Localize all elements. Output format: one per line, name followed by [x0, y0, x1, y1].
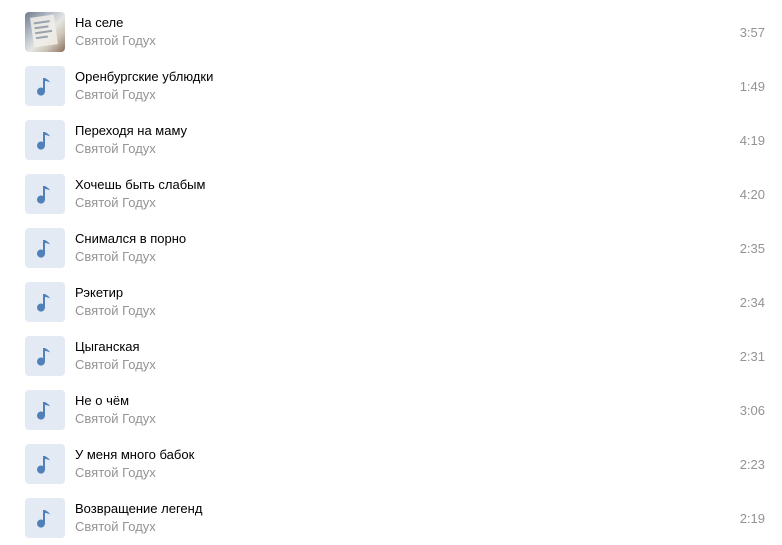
- track-title[interactable]: У меня много бабок: [75, 447, 194, 463]
- track-row[interactable]: На селе Святой Годух 3:57: [0, 0, 782, 54]
- album-cover[interactable]: [25, 228, 65, 268]
- music-note-icon: [37, 294, 50, 312]
- track-row[interactable]: Не о чём Святой Годух 3:06: [0, 378, 782, 432]
- track-title[interactable]: Цыганская: [75, 339, 140, 355]
- track-list: На селе Святой Годух 3:57 Оренбургские у…: [0, 0, 782, 545]
- track-row[interactable]: Переходя на маму Святой Годух 4:19: [0, 108, 782, 162]
- track-row[interactable]: Цыганская Святой Годух 2:31: [0, 324, 782, 378]
- track-title[interactable]: Возвращение легенд: [75, 501, 202, 517]
- music-note-icon: [37, 456, 50, 474]
- track-row[interactable]: Оренбургские ублюдки Святой Годух 1:49: [0, 54, 782, 108]
- photo-cover: [30, 14, 58, 48]
- track-row[interactable]: Хочешь быть слабым Святой Годух 4:20: [0, 162, 782, 216]
- track-artist[interactable]: Святой Годух: [75, 357, 156, 373]
- track-artist[interactable]: Святой Годух: [75, 141, 156, 157]
- music-note-icon: [37, 186, 50, 204]
- track-title[interactable]: Рэкетир: [75, 285, 123, 301]
- track-title[interactable]: На селе: [75, 15, 123, 31]
- track-row[interactable]: Возвращение легенд Святой Годух 2:19: [0, 486, 782, 540]
- track-artist[interactable]: Святой Годух: [75, 249, 156, 265]
- album-cover[interactable]: [25, 12, 65, 52]
- track-title[interactable]: Снимался в порно: [75, 231, 186, 247]
- music-note-icon: [37, 78, 50, 96]
- track-artist[interactable]: Святой Годух: [75, 33, 156, 49]
- track-duration: 2:35: [739, 241, 765, 256]
- music-note-icon: [37, 348, 50, 366]
- album-cover[interactable]: [25, 66, 65, 106]
- track-title[interactable]: Переходя на маму: [75, 123, 187, 139]
- music-note-icon: [37, 402, 50, 420]
- track-duration: 1:49: [739, 79, 765, 94]
- track-row[interactable]: Рэкетир Святой Годух 2:34: [0, 270, 782, 324]
- music-note-icon: [37, 240, 50, 258]
- track-artist[interactable]: Святой Годух: [75, 465, 156, 481]
- track-row[interactable]: Снимался в порно Святой Годух 2:35: [0, 216, 782, 270]
- track-duration: 3:06: [739, 403, 765, 418]
- track-duration: 4:20: [739, 187, 765, 202]
- track-title[interactable]: Не о чём: [75, 393, 129, 409]
- album-cover[interactable]: [25, 282, 65, 322]
- album-cover[interactable]: [25, 444, 65, 484]
- track-artist[interactable]: Святой Годух: [75, 411, 156, 427]
- track-row[interactable]: У меня много бабок Святой Годух 2:23: [0, 432, 782, 486]
- track-title[interactable]: Хочешь быть слабым: [75, 177, 205, 193]
- track-artist[interactable]: Святой Годух: [75, 519, 156, 535]
- album-cover[interactable]: [25, 336, 65, 376]
- track-artist[interactable]: Святой Годух: [75, 195, 156, 211]
- track-artist[interactable]: Святой Годух: [75, 303, 156, 319]
- album-cover[interactable]: [25, 390, 65, 430]
- music-note-icon: [37, 132, 50, 150]
- track-title[interactable]: Оренбургские ублюдки: [75, 69, 213, 85]
- album-cover[interactable]: [25, 498, 65, 538]
- track-duration: 3:57: [739, 25, 765, 40]
- track-duration: 2:31: [739, 349, 765, 364]
- track-duration: 2:34: [739, 295, 765, 310]
- track-duration: 4:19: [739, 133, 765, 148]
- music-note-icon: [37, 510, 50, 528]
- track-artist[interactable]: Святой Годух: [75, 87, 156, 103]
- album-cover[interactable]: [25, 120, 65, 160]
- track-duration: 2:19: [739, 511, 765, 526]
- track-duration: 2:23: [739, 457, 765, 472]
- album-cover[interactable]: [25, 174, 65, 214]
